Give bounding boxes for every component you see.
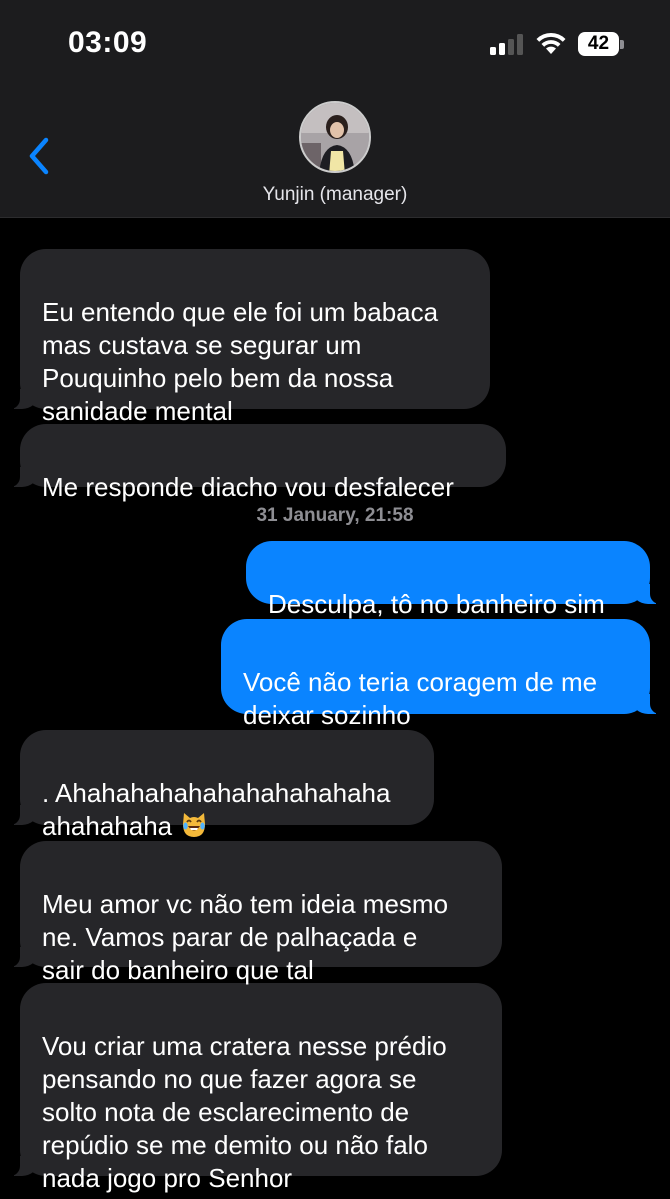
message-text: Você não teria coragem de me deixar sozi… (243, 667, 598, 730)
status-time: 03:09 (68, 26, 148, 59)
battery-level: 42 (578, 32, 619, 56)
message-bubble-outgoing[interactable]: Você não teria coragem de me deixar sozi… (221, 619, 664, 730)
message-bubble-outgoing[interactable]: Desculpa, tô no banheiro sim (246, 541, 664, 619)
message-text: Vou criar uma cratera nesse prédio pensa… (42, 1031, 447, 1193)
message-text: Meu amor vc não tem ideia mesmo ne. Vamo… (42, 889, 449, 985)
message-text: . Ahahahahahahahahahahaha ahahahaha (42, 778, 390, 841)
wifi-icon (536, 32, 566, 54)
chevron-left-icon[interactable] (24, 136, 54, 176)
crying-laughing-cat-icon (183, 813, 206, 837)
message-bubble-incoming[interactable]: Eu entendo que ele foi um babaca mas cus… (6, 249, 490, 426)
message-bubble-incoming[interactable]: Vou criar uma cratera nesse prédio pensa… (6, 983, 502, 1193)
message-text-content: . Ahahahahahahahahahahaha ahahahaha (42, 778, 391, 841)
message-text: Eu entendo que ele foi um babaca mas cus… (42, 297, 439, 426)
message-bubble-incoming[interactable]: Meu amor vc não tem ideia mesmo ne. Vamo… (6, 841, 502, 985)
battery-icon: 42 (578, 32, 624, 56)
contact-name[interactable]: Yunjin (manager) (0, 184, 670, 206)
message-text: Me responde diacho vou desfalecer (42, 472, 454, 502)
message-text: Desculpa, tô no banheiro sim (268, 589, 605, 619)
cellular-signal-icon (490, 33, 524, 55)
conversation-header: 03:09 42 Yunjin (manager) (0, 0, 670, 218)
contact-avatar[interactable] (299, 101, 371, 173)
message-bubble-incoming[interactable]: . Ahahahahahahahahahahaha ahahahaha (6, 730, 434, 841)
conversation-timestamp: 31 January, 21:58 (256, 505, 414, 526)
message-bubble-incoming[interactable]: Me responde diacho vou desfalecer (6, 424, 506, 502)
